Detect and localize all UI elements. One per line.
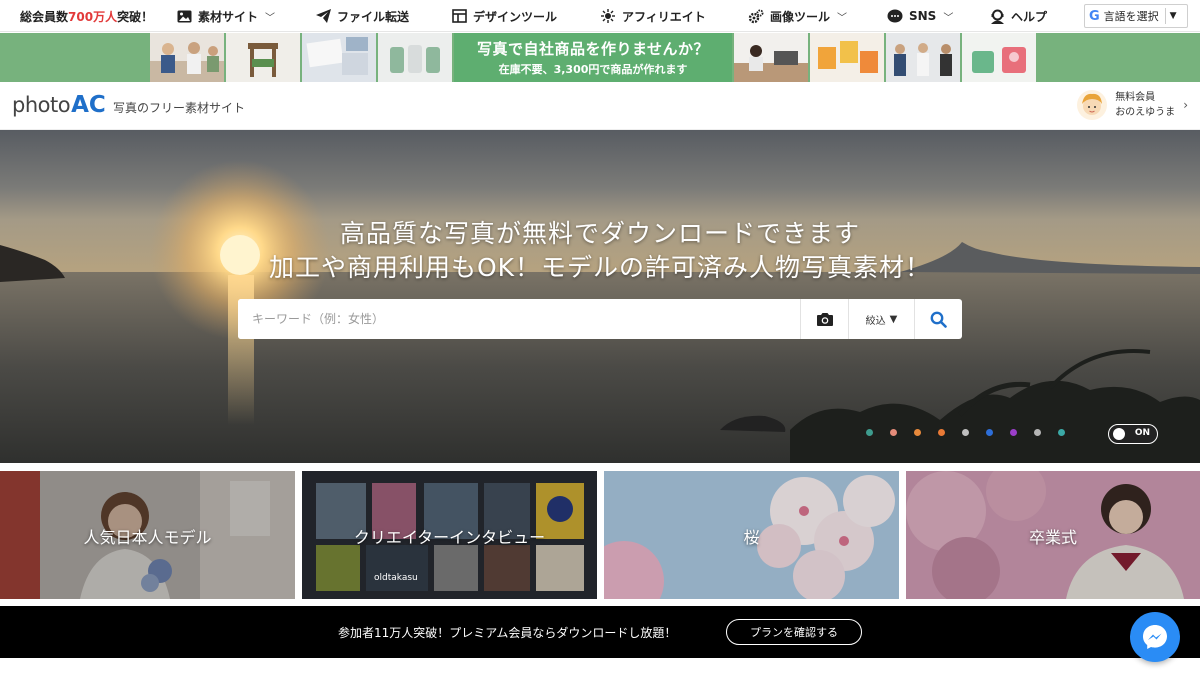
chat-icon: [887, 9, 903, 22]
search-input[interactable]: [238, 299, 800, 339]
slideshow-toggle[interactable]: ON: [1108, 424, 1158, 444]
slide-dot-9[interactable]: [1058, 429, 1065, 436]
category-label: 人気日本人モデル: [83, 528, 212, 547]
check-plan-button[interactable]: プランを確認する: [726, 619, 862, 645]
category-label: 桜: [743, 528, 760, 547]
nav-item-sns[interactable]: SNS ﹀: [887, 6, 953, 26]
hero-section: 高品質な写真が無料でダウンロードできます 加工や商用利用もOK！モデルの許可済み…: [0, 130, 1200, 463]
nav-item-material-sites[interactable]: 素材サイト ﹀: [177, 6, 275, 26]
toggle-label: ON: [1134, 428, 1150, 438]
hero-headline-1: 高品質な写真が無料でダウンロードできます: [339, 219, 860, 248]
photoac-logo[interactable]: photo AC: [12, 92, 106, 118]
network-icon: [601, 9, 615, 23]
banner-photo-meeting: [734, 33, 808, 82]
messenger-icon: [1143, 625, 1167, 649]
banner-photo-mugs: [810, 33, 884, 82]
slide-indicators: [866, 429, 1065, 436]
gears-icon: [748, 9, 764, 23]
search-button[interactable]: [914, 299, 962, 339]
slide-dot-3[interactable]: [914, 429, 921, 436]
banner-title: 写真で自社商品を作りませんか？: [476, 40, 710, 58]
messenger-chat-button[interactable]: [1130, 612, 1180, 662]
divider: [1164, 8, 1166, 24]
nav-item-label: SNS: [909, 9, 937, 23]
banner-photo-office: [150, 33, 224, 82]
nav-item-design-tools[interactable]: デザインツール: [452, 6, 557, 26]
support-icon: [991, 9, 1004, 24]
nav-item-affiliate[interactable]: アフィリエイト: [600, 6, 706, 26]
chevron-down-icon: ﹀: [265, 12, 276, 24]
banner-photo-team: [886, 33, 960, 82]
slide-dot-7[interactable]: [1010, 429, 1017, 436]
filter-label: 絞込: [865, 315, 886, 327]
nav-item-image-tools[interactable]: 画像ツール ﹀: [748, 6, 847, 26]
language-select[interactable]: G 言語を選択 ▼: [1084, 4, 1188, 28]
user-menu[interactable]: 無料会員 おのえゆうま ›: [1077, 90, 1188, 120]
toggle-knob: [1113, 428, 1125, 440]
nav-item-label: 素材サイト: [198, 9, 259, 24]
banner-photo-chair: [226, 33, 300, 82]
promo-banner[interactable]: 写真で自社商品を作りませんか？ 在庫不要、3,300円で商品が作れます: [0, 33, 1200, 82]
top-navigation-bar: 総会員数700万人突破！ 素材サイト ﹀ ファイル転送 デザインツール アフィリエ…: [0, 0, 1200, 32]
camera-search-button[interactable]: [800, 299, 848, 339]
banner-photo-cups: [962, 33, 1036, 82]
nav-item-label: ファイル転送: [337, 9, 410, 24]
chevron-right-icon: ›: [1183, 98, 1188, 112]
logo-photo-text: photo: [12, 93, 71, 117]
slide-dot-4[interactable]: [938, 429, 945, 436]
nav-item-label: ヘルプ: [1011, 9, 1048, 24]
category-card-sakura[interactable]: 桜: [604, 471, 899, 599]
camera-icon: [816, 312, 833, 326]
logo-ac-text: AC: [71, 92, 106, 118]
premium-promo-text: 参加者11万人突破！プレミアム会員ならダウンロードし放題！: [338, 626, 677, 640]
banner-text: 写真で自社商品を作りませんか？ 在庫不要、3,300円で商品が作れます: [454, 33, 732, 82]
members-count: 700万人: [68, 10, 118, 24]
category-card-popular-models[interactable]: 人気日本人モデル: [0, 471, 295, 599]
banner-photo-desk: [302, 33, 376, 82]
slide-dot-5[interactable]: [962, 429, 969, 436]
slide-dot-6[interactable]: [986, 429, 993, 436]
category-cards: 人気日本人モデル oldtakasu クリエイターインタビュー 桜 卒業式: [0, 471, 1200, 599]
category-card-graduation[interactable]: 卒業式: [906, 471, 1200, 599]
members-suffix: 突破！: [117, 10, 154, 24]
slide-dot-1[interactable]: [866, 429, 873, 436]
layout-icon: [452, 9, 467, 23]
site-tagline: 写真のフリー素材サイト: [113, 101, 246, 115]
category-card-creator-interview[interactable]: oldtakasu クリエイターインタビュー: [302, 471, 597, 599]
filter-button[interactable]: 絞込 ▼: [848, 299, 914, 339]
user-name: おのえゆうま: [1115, 107, 1176, 118]
hero-sunset-image: [0, 130, 1200, 463]
search-icon: [930, 311, 947, 328]
avatar: [1077, 90, 1108, 120]
nav-item-file-transfer[interactable]: ファイル転送: [316, 6, 409, 26]
nav-item-label: 画像ツール: [770, 9, 831, 24]
banner-photo-products: [378, 33, 452, 82]
search-bar: 絞込 ▼: [238, 299, 962, 339]
creator-name-tag: oldtakasu: [374, 573, 418, 583]
nav-item-help[interactable]: ヘルプ: [990, 6, 1047, 26]
category-label: 卒業式: [1028, 528, 1077, 547]
google-icon: G: [1089, 8, 1100, 24]
dropdown-arrow-icon: ▼: [889, 313, 898, 325]
paper-plane-icon: [316, 9, 331, 23]
user-status: 無料会員: [1115, 92, 1156, 103]
chevron-down-icon: ﹀: [837, 12, 848, 24]
member-count-text: 総会員数700万人突破！: [20, 8, 153, 25]
site-header: photo AC 写真のフリー素材サイト 無料会員 おのえゆうま ›: [0, 82, 1200, 130]
slide-dot-2[interactable]: [890, 429, 897, 436]
photo-icon: [177, 10, 192, 22]
dropdown-arrow-icon: ▼: [1169, 11, 1177, 21]
nav-item-label: アフィリエイト: [622, 9, 706, 24]
slide-dot-8[interactable]: [1034, 429, 1041, 436]
hero-headline-2: 加工や商用利用もOK！モデルの許可済み人物写真素材！: [268, 253, 932, 282]
premium-promo-bar: 参加者11万人突破！プレミアム会員ならダウンロードし放題！ プランを確認する: [0, 606, 1200, 658]
banner-subtitle: 在庫不要、3,300円で商品が作れます: [498, 63, 688, 76]
chevron-down-icon: ﹀: [943, 12, 954, 24]
nav-item-label: デザインツール: [473, 9, 558, 24]
category-label: クリエイターインタビュー: [353, 528, 546, 547]
members-prefix: 総会員数: [20, 10, 69, 24]
language-select-label: 言語を選択: [1103, 10, 1159, 23]
